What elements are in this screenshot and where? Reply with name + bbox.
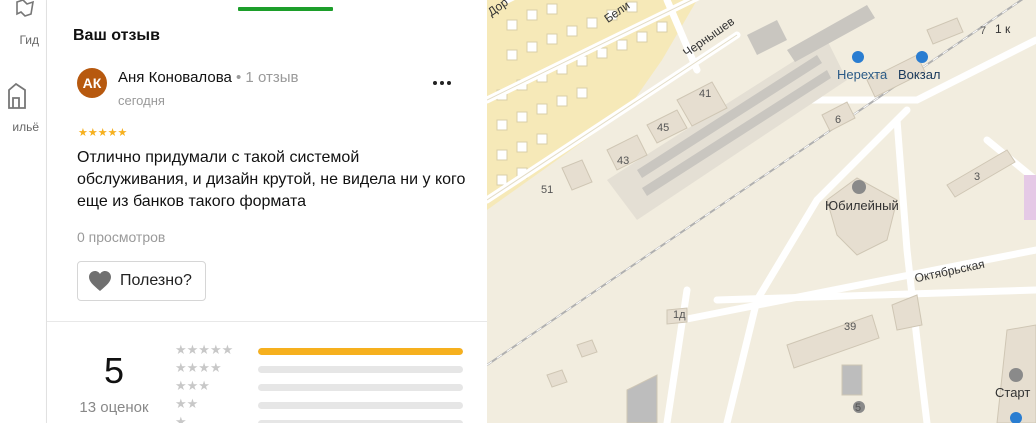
- rating-bar-row: ★★★: [175, 378, 465, 393]
- more-dots-icon: [433, 81, 437, 85]
- rating-bar-stars: ★★: [175, 396, 199, 411]
- author-review-count: • 1 отзыв: [231, 69, 299, 86]
- rating-bar-row: ★★: [175, 396, 465, 411]
- more-options-button[interactable]: [431, 73, 453, 93]
- map[interactable]: Дор Бели Чернышев Октябрьская 1 к Нерехт…: [487, 0, 1036, 423]
- street-label-one-k: 1 к: [995, 22, 1011, 36]
- rating-bar-row: ★: [175, 414, 465, 423]
- place-label-vokzal[interactable]: Вокзал: [898, 67, 941, 82]
- house-number: 39: [844, 321, 857, 333]
- app-root: Гид ильё Ваш отзыв АК Аня Коновалова • 1…: [0, 0, 1036, 423]
- ratings-count: 13 оценок: [79, 399, 149, 416]
- rail-item-guide[interactable]: Гид: [0, 0, 47, 60]
- house-number: 7: [980, 25, 987, 37]
- rating-bar-stars: ★★★: [175, 378, 210, 393]
- rating-bar-row: ★★★★★: [175, 342, 465, 357]
- more-dot: [440, 81, 444, 85]
- review-text: Отлично придумали с такой системой обслу…: [77, 149, 466, 210]
- house-number: 6: [835, 114, 842, 126]
- rating-bar-stars: ★★★★★: [175, 342, 234, 357]
- rating-bar-track: [258, 366, 463, 373]
- rating-bar-track: [258, 348, 463, 355]
- helpful-label: Полезно?: [120, 272, 192, 289]
- house-number: 45: [657, 122, 670, 134]
- heart-icon: [89, 271, 111, 291]
- place-label-yubileyny[interactable]: Юбилейный: [825, 198, 899, 213]
- house-number: 51: [541, 184, 554, 196]
- review-date: сегодня: [118, 93, 165, 108]
- rating-bar-track: [258, 402, 463, 409]
- review-panel: Ваш отзыв АК Аня Коновалова • 1 отзыв се…: [47, 0, 487, 423]
- rail-item-housing[interactable]: ильё: [0, 70, 47, 140]
- rating-bar-stars: ★: [175, 414, 187, 423]
- place-label-nerekhta[interactable]: Нерехта: [837, 67, 887, 82]
- place-label-start[interactable]: Старт: [995, 385, 1030, 400]
- divider: [47, 321, 487, 322]
- house-number: 41: [699, 88, 712, 100]
- views-count: 0 просмотров: [77, 229, 166, 245]
- guide-icon: [16, 0, 35, 17]
- more-dot: [447, 81, 451, 85]
- house-number: 5: [855, 402, 862, 414]
- map-canvas: [487, 0, 1036, 423]
- section-title: Ваш отзыв: [73, 27, 160, 44]
- rating-bar-stars: ★★★★: [175, 360, 222, 375]
- house-number: 3: [974, 171, 981, 183]
- rail-label-guide: Гид: [19, 33, 39, 47]
- author-line: Аня Коновалова • 1 отзыв: [118, 69, 298, 86]
- rating-bar-row: ★★★★: [175, 360, 465, 375]
- active-tab-indicator: [238, 7, 333, 11]
- helpful-button[interactable]: Полезно?: [77, 261, 206, 301]
- average-rating: 5: [103, 350, 125, 391]
- rating-bar-fill: [258, 348, 463, 355]
- rating-bar-track: [258, 384, 463, 391]
- house-number: 43: [617, 155, 630, 167]
- house-number: 1д: [673, 309, 686, 321]
- author-name[interactable]: Аня Коновалова: [118, 69, 232, 86]
- rail-label-housing: ильё: [12, 120, 39, 134]
- review-stars: ★★★★★: [78, 127, 128, 139]
- side-rail: Гид ильё: [0, 0, 47, 423]
- housing-icon: [8, 82, 26, 109]
- avatar[interactable]: АК: [77, 68, 107, 98]
